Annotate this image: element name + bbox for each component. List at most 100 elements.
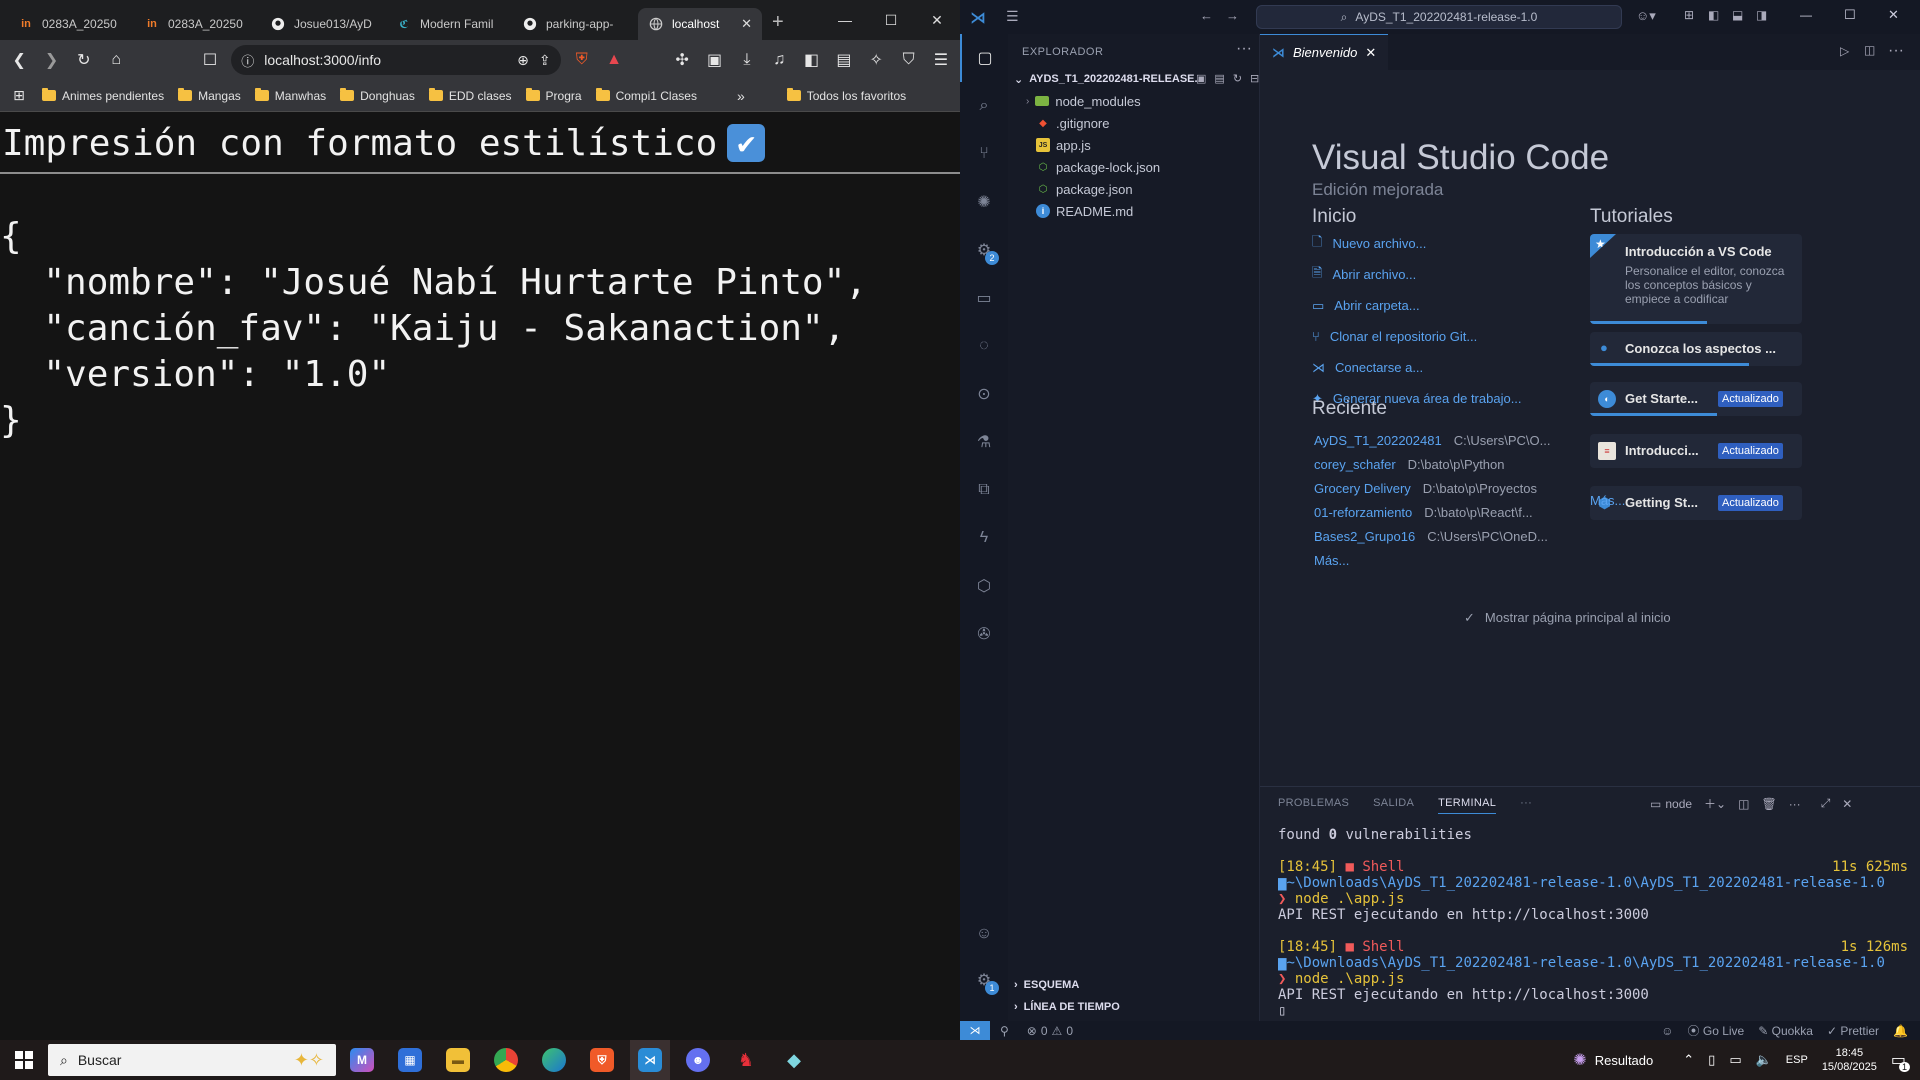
notifications-bell-icon[interactable]: 🔔 [1893,1024,1908,1038]
open-file-link[interactable]: 🗎 Abrir archivo... [1312,259,1522,290]
back-icon[interactable]: ❮ [8,47,30,73]
command-center-search[interactable]: ⌕ AyDS_T1_202202481-release-1.0 [1256,5,1622,29]
open-folder-link[interactable]: ▭ Abrir carpeta... [1312,290,1522,321]
problems-indicator[interactable]: ⊗ 0 ⚠ 0 [1027,1024,1073,1038]
tutorials-more-link[interactable]: Más... [1590,493,1625,508]
thunder-client-icon[interactable]: ϟ [960,514,1008,562]
address-bar[interactable]: ⓘ localhost:3000/info ⊕ ⇪ [231,45,561,75]
close-tab-icon[interactable]: ✕ [1365,45,1376,61]
connect-to-link[interactable]: ⋊ Conectarse a... [1312,352,1522,383]
vpn-icon[interactable]: ⛉ [897,47,919,73]
browser-tab[interactable]: Josue013/AyD [260,8,384,40]
tree-item-node-modules[interactable]: › node_modules [1026,90,1160,112]
run-icon[interactable]: ▷ [1840,44,1849,58]
remote-indicator[interactable]: ⋊ [960,1021,990,1040]
taskbar-store[interactable]: ▦ [390,1040,430,1080]
brave-shield-icon[interactable]: ⛨ [571,47,593,73]
bookmark-folder[interactable]: Manwhas [251,88,330,103]
tab-terminal[interactable]: TERMINAL [1438,797,1497,814]
recent-item[interactable]: Grocery Delivery D:\bato\p\Proyectos [1314,476,1551,500]
tutorial-card[interactable]: ★ Introducción a VS Code Personalice el … [1590,234,1802,324]
menu-icon[interactable]: ☰ [930,47,952,73]
source-control-icon[interactable]: ⑂ [960,130,1008,178]
leo-ai-icon[interactable]: ✧ [865,47,887,73]
browser-tab[interactable]: parking-app- [512,8,636,40]
refresh-icon[interactable]: ↻ [1233,72,1242,85]
tutorial-card[interactable]: ≡ Introducci... Actualizado [1590,434,1802,468]
taskbar-chrome[interactable] [486,1040,526,1080]
bookmark-folder[interactable]: Mangas [174,88,245,103]
taskbar-app[interactable]: ◆ [774,1040,814,1080]
deploy-icon[interactable]: ⚲ [1000,1024,1009,1038]
more-bookmarks-button[interactable]: » [737,88,745,104]
extensions-icon[interactable]: ✣ [671,47,693,73]
tree-item-package-lock[interactable]: ⬡ package-lock.json [1026,156,1160,178]
recent-item[interactable]: corey_schafer D:\bato\p\Python [1314,452,1551,476]
taskbar-edge[interactable] [534,1040,574,1080]
terminal-name[interactable]: node [1665,797,1692,811]
show-on-start-option[interactable]: ✓ Mostrar página principal al inicio [1464,610,1671,626]
browser-tab-active[interactable]: localhost ✕ [638,8,762,40]
new-file-icon[interactable]: ▣ [1196,72,1206,85]
timeline-icon[interactable]: ⊙ [960,370,1008,418]
panel-more-icon[interactable]: ··· [1520,797,1532,814]
split-editor-icon[interactable]: ◫ [1864,43,1875,57]
quokka-button[interactable]: ✎ Quokka [1758,1024,1813,1038]
nav-forward-icon[interactable]: → [1226,8,1239,23]
volume-icon[interactable]: 🔈 [1756,1052,1772,1068]
copilot-icon[interactable]: ☺▾ [1636,8,1656,24]
new-tab-button[interactable]: + [772,11,784,34]
zoom-icon[interactable]: ⊕ [517,52,529,69]
brave-rewards-icon[interactable]: ▲ [603,47,625,73]
tray-app-icon[interactable]: ▯ [1708,1052,1715,1068]
close-tab-icon[interactable]: ✕ [741,16,752,32]
more-actions-icon[interactable]: ··· [1789,797,1801,811]
taskbar-discord[interactable]: ☻ [678,1040,718,1080]
browser-tab[interactable]: in 0283A_20250 [8,8,132,40]
run-debug-icon[interactable]: ✺ [960,178,1008,226]
golive-button[interactable]: ⦿ Go Live [1688,1022,1745,1039]
git-graph-icon[interactable]: ⧉ [960,466,1008,514]
start-button[interactable] [4,1040,44,1080]
new-folder-icon[interactable]: ▤ [1214,72,1224,85]
notifications-icon[interactable]: ▭ 1 [1891,1050,1910,1072]
maximize-button[interactable]: ☐ [868,0,914,40]
new-file-link[interactable]: 🗋 Nuevo archivo... [1312,228,1522,259]
taskbar-search[interactable]: ⌕ Buscar ✦✧ [48,1044,336,1076]
browser-tab[interactable]: ℭ Modern Famil [386,8,510,40]
github-icon[interactable]: ◌ [960,322,1008,370]
collapse-icon[interactable]: ⊟ [1250,72,1259,85]
taskbar-brave[interactable]: ⛨ [582,1040,622,1080]
tree-item-gitignore[interactable]: ◆ .gitignore [1026,112,1160,134]
tutorial-card[interactable]: ◐ Get Starte... Actualizado [1590,382,1802,416]
timeline-section[interactable]: › LÍNEA DE TIEMPO [1014,996,1120,1018]
toggle-panel-icon[interactable]: ⬓ [1732,8,1743,22]
workspace-root[interactable]: ⌄ AYDS_T1_202202481-RELEASE... [1014,68,1204,90]
bookmark-folder[interactable]: EDD clases [425,88,516,103]
weather-widget[interactable]: ✺ Resultado [1573,1050,1653,1070]
taskbar-app[interactable]: ♞ [726,1040,766,1080]
downloads-icon[interactable]: ⤓ [736,47,758,73]
share-icon[interactable]: ⇪ [539,52,551,69]
more-actions-icon[interactable]: ··· [1236,40,1252,58]
copilot-status-icon[interactable]: ☺ [1661,1024,1673,1038]
reload-icon[interactable]: ↻ [73,47,95,73]
layout-customize-icon[interactable]: ⊞ [1684,8,1694,22]
nav-back-icon[interactable]: ← [1200,8,1213,23]
more-actions-icon[interactable]: ··· [1888,42,1904,60]
toggle-secondary-sidebar-icon[interactable]: ◨ [1756,8,1767,22]
toggle-sidebar-icon[interactable]: ◧ [1708,8,1719,22]
browser-tab[interactable]: in 0283A_20250 [134,8,258,40]
clock[interactable]: 18:45 15/08/2025 [1822,1046,1877,1074]
screenshot-icon[interactable]: ▣ [703,47,725,73]
bookmark-folder[interactable]: Progra [522,88,586,103]
recent-more-link[interactable]: Más... [1314,548,1551,572]
search-activity-icon[interactable]: ⌕ [960,82,1008,130]
minimize-button[interactable]: — [1800,8,1812,22]
tray-overflow-icon[interactable]: ⌃ [1683,1052,1694,1068]
recent-item[interactable]: AyDS_T1_202202481 C:\Users\PC\O... [1314,428,1551,452]
language-indicator[interactable]: ESP [1786,1054,1808,1066]
new-terminal-icon[interactable]: ＋⌄ [1704,795,1726,812]
tutorial-card[interactable]: ● Conozca los aspectos ... [1590,332,1802,366]
tree-item-package-json[interactable]: ⬡ package.json [1026,178,1160,200]
